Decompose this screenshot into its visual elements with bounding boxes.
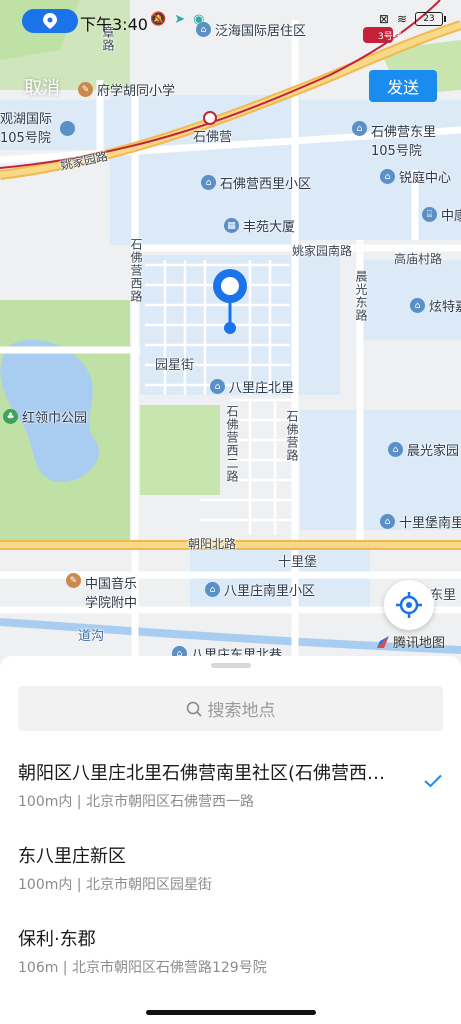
road-shifoying-xi: 石佛营西路 <box>129 238 143 303</box>
checkmark-icon <box>424 774 442 788</box>
location-pin-icon <box>213 269 247 334</box>
area-shilipu: 十里堡 <box>278 555 318 570</box>
drag-handle[interactable] <box>211 663 251 668</box>
school-icon: ✎ <box>66 573 81 588</box>
road-yuanxing: 园星街 <box>155 358 195 373</box>
tencent-map-logo-icon <box>377 635 389 648</box>
result-address: 100m内 | 北京市朝阳区石佛营西一路 <box>18 794 254 810</box>
residential-icon: ⌂ <box>410 298 425 313</box>
area-dongli: 东里 <box>430 588 457 603</box>
park-icon: ♣ <box>3 409 18 424</box>
poi-ruiting[interactable]: ⌂ 锐庭中心 <box>380 167 451 186</box>
residential-icon: ⌂ <box>352 121 367 136</box>
list-item[interactable]: 朝阳区八里庄北里石佛营南里社区(石佛营西一路) 100m内 | 北京市朝阳区石佛… <box>0 748 461 831</box>
poi-fengyuan[interactable]: ▦ 丰苑大厦 <box>224 216 295 235</box>
navigation-icon: ➤ <box>174 12 186 27</box>
residential-icon: ⌂ <box>205 582 220 597</box>
map-brand: 腾讯地图 <box>376 632 445 651</box>
result-address: 106m | 北京市朝阳区石佛营路129号院 <box>18 960 267 976</box>
poi-hongling-park[interactable]: ♣ 红领巾公园 <box>3 407 87 426</box>
poi-xuante[interactable]: ⌂炫特嘉 <box>410 296 461 315</box>
road-yaojiayuan-nan: 姚家园南路 <box>292 244 353 258</box>
poi-shilipu-nanli[interactable]: ⌂ 十里堡南里 <box>380 512 461 531</box>
canal-label: 道沟 <box>78 629 105 644</box>
result-name: 朝阳区八里庄北里石佛营南里社区(石佛营西一路) <box>18 763 398 784</box>
poi-shifoying-dongli[interactable]: ⌂ 石佛营东里 105号院 <box>352 121 436 159</box>
mute-icon: 🔕 <box>150 12 167 27</box>
road-gaomiao: 高庙村路 <box>394 252 443 266</box>
poi-shifoying-xili[interactable]: ⌂ 石佛营西里小区 <box>201 173 311 192</box>
app-notification-icon: ◉ <box>193 12 205 27</box>
map-view[interactable]: 3号线 ⌂ 泛海国际居住区 ✎ 府学胡同小学 观湖国际 105号院 石佛营 ⌂ 石佛营东… <box>0 0 461 668</box>
area-shifoying: 石佛营 <box>193 130 233 145</box>
result-address: 100m内 | 北京市朝阳区园星街 <box>18 877 212 893</box>
poi-balizhuang-nanli[interactable]: ⌂ 八里庄南里小区 <box>205 580 315 599</box>
send-button[interactable]: 发送 <box>369 70 437 102</box>
search-placeholder: 搜索地点 <box>207 701 276 721</box>
poi-zhongkang[interactable]: ⌸ 中康 <box>422 205 461 224</box>
results-list: 朝阳区八里庄北里石佛营南里社区(石佛营西一路) 100m内 | 北京市朝阳区石佛… <box>0 748 461 997</box>
poi-balizhuang-beili[interactable]: ⌂ 八里庄北里 <box>210 377 294 396</box>
locate-me-button[interactable] <box>384 580 434 630</box>
list-item[interactable]: 东八里庄新区 100m内 | 北京市朝阳区园星街 <box>0 831 461 914</box>
location-icon <box>43 13 57 29</box>
status-system-icons: ⊠ ≋ 23 <box>378 12 446 26</box>
battery-icon: 23 <box>415 12 446 26</box>
school-icon: ✎ <box>78 82 93 97</box>
hotel-icon: ⌸ <box>422 207 437 222</box>
crosshair-icon <box>396 592 422 618</box>
poi-music-school[interactable]: ✎ 中国音乐 学院附中 <box>66 573 137 611</box>
status-bar: 下午3:40 🔕 ➤ ◉ ⊠ ≋ 23 <box>0 0 461 44</box>
wifi-icon: ≋ <box>396 12 407 26</box>
road-shifoying: 石佛营路 <box>285 410 299 462</box>
bottom-sheet: 搜索地点 朝阳区八里庄北里石佛营南里社区(石佛营西一路) 100m内 | 北京市… <box>0 656 461 1024</box>
status-time: 下午3:40 <box>80 15 148 34</box>
result-name: 保利·东郡 <box>18 929 96 950</box>
road-shifoying-xi2: 石佛营西二路 <box>225 405 239 483</box>
status-notifications: 🔕 ➤ ◉ <box>150 12 204 27</box>
location-sharing-pill[interactable] <box>22 9 78 33</box>
sim-icon: ⊠ <box>378 12 389 26</box>
road-chaoyang-bei: 朝阳北路 <box>188 537 237 551</box>
home-indicator[interactable] <box>146 1010 316 1015</box>
residential-icon: ⌂ <box>380 169 395 184</box>
residential-icon: ⌂ <box>380 514 395 529</box>
residential-icon: ⌂ <box>201 175 216 190</box>
building-icon <box>60 121 75 136</box>
search-input[interactable]: 搜索地点 <box>18 686 443 731</box>
road-chenguang-dong: 晨光东路 <box>354 270 368 322</box>
cancel-button[interactable]: 取消 <box>24 74 60 100</box>
result-name: 东八里庄新区 <box>18 846 126 867</box>
list-item[interactable]: 保利·东郡 106m | 北京市朝阳区石佛营路129号院 <box>0 914 461 997</box>
poi-school[interactable]: ✎ 府学胡同小学 <box>78 80 175 99</box>
residential-icon: ⌂ <box>388 442 403 457</box>
search-icon <box>186 701 202 717</box>
poi-guanhu[interactable]: 观湖国际 105号院 <box>0 108 52 146</box>
poi-chenguang[interactable]: ⌂ 晨光家园 <box>388 440 459 459</box>
residential-icon: ⌂ <box>210 379 225 394</box>
building-icon: ▦ <box>224 218 239 233</box>
